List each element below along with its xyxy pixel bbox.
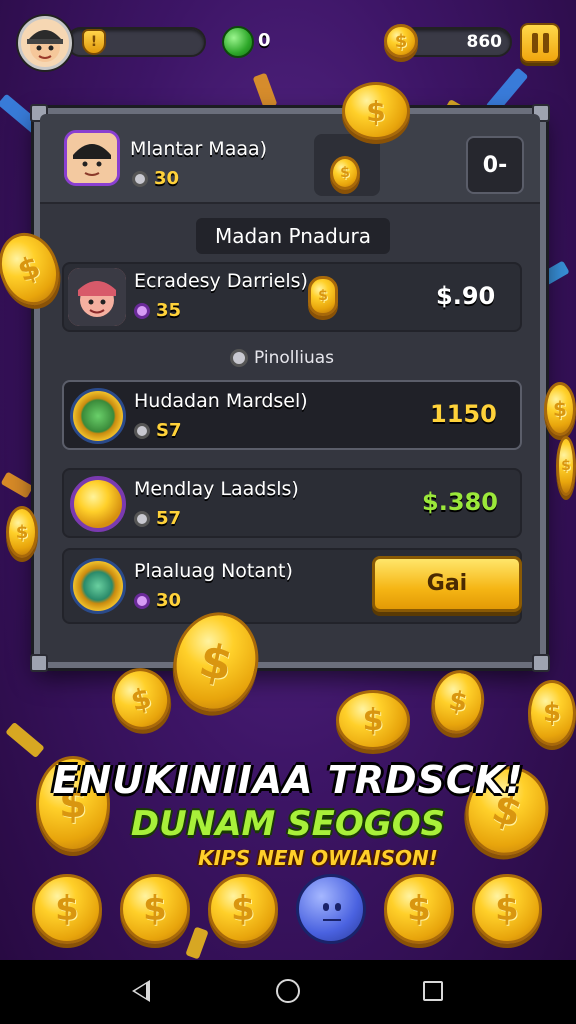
section-title: Madan Pnadura bbox=[196, 218, 390, 254]
featured-stat-value: 35 bbox=[156, 300, 182, 321]
item-stat: 30 bbox=[134, 590, 181, 611]
home-icon[interactable] bbox=[276, 979, 300, 1003]
item-price: $.380 bbox=[422, 488, 498, 516]
player-face-icon bbox=[67, 133, 117, 183]
stat-orb-icon bbox=[134, 510, 150, 527]
featured-price: $.90 bbox=[436, 282, 496, 310]
promo-headline: ENUKINIIAA TRDSCK! bbox=[52, 758, 524, 802]
player-avatar[interactable] bbox=[18, 16, 72, 70]
pause-bar-icon bbox=[531, 33, 538, 53]
mouth bbox=[323, 919, 341, 921]
ray bbox=[185, 926, 209, 960]
panel-corner bbox=[532, 654, 550, 672]
promo-tagline: KIPS NEN OWIAISON! bbox=[198, 846, 438, 870]
player-name: Mlantar Maaa) bbox=[130, 138, 268, 160]
coin-icon: $ bbox=[342, 82, 410, 140]
item-stat-value: 57 bbox=[156, 508, 182, 529]
shop-item-row[interactable]: Hudadan Mardsel) S7 1150 bbox=[62, 380, 522, 450]
item-stat-value: 30 bbox=[156, 590, 182, 611]
coin-icon: $ bbox=[472, 874, 542, 944]
promo-subheadline: DUNAM SEOGOS bbox=[130, 804, 446, 844]
medal-icon bbox=[70, 558, 126, 614]
featured-name: Ecradesy Darriels) bbox=[134, 270, 308, 292]
shop-item-row[interactable]: Mendlay Laadsls) 57 $.380 bbox=[62, 468, 522, 538]
coin-medal-icon bbox=[70, 476, 126, 532]
coin-icon: $ bbox=[384, 874, 454, 944]
coin-icon: $ bbox=[32, 874, 102, 944]
top-hud: ! 0 860 $ bbox=[0, 0, 576, 86]
coin-icon: $ bbox=[120, 874, 190, 944]
coin-icon: $ bbox=[544, 382, 576, 436]
item-stat: 57 bbox=[134, 508, 181, 529]
item-name: Hudadan Mardsel) bbox=[134, 390, 308, 412]
panel-corner bbox=[30, 654, 48, 672]
ray bbox=[5, 721, 45, 759]
featured-face-icon bbox=[68, 268, 126, 326]
amulet-icon: $ bbox=[308, 276, 338, 316]
player-portrait bbox=[64, 130, 120, 186]
shop-panel: Mlantar Maaa) 30 $ 0- Madan Pnadura Ecra… bbox=[30, 104, 550, 672]
item-stat: S7 bbox=[134, 420, 182, 441]
recent-apps-icon[interactable] bbox=[423, 981, 443, 1001]
stat-orb-icon bbox=[132, 170, 148, 187]
subheader: Pinolliuas bbox=[230, 348, 334, 368]
rank-shield-icon: ! bbox=[82, 29, 106, 55]
value-box[interactable]: 0- bbox=[466, 136, 524, 194]
subheader-label: Pinolliuas bbox=[254, 348, 334, 368]
pause-bar-icon bbox=[542, 33, 549, 53]
coin-icon: $ bbox=[208, 874, 278, 944]
item-name: Mendlay Laadsls) bbox=[134, 478, 299, 500]
avatar-face-icon bbox=[27, 30, 63, 62]
coin-icon: $ bbox=[556, 436, 576, 496]
item-stat-value: S7 bbox=[156, 420, 182, 441]
coin-icon: $ bbox=[336, 690, 410, 750]
gem-count: 0 bbox=[258, 30, 271, 51]
orb-icon bbox=[230, 349, 248, 367]
player-stat: 30 bbox=[132, 168, 179, 189]
coin-icon: $ bbox=[528, 680, 576, 746]
coin-bag-icon: $ bbox=[330, 156, 360, 190]
neutral-face-icon bbox=[296, 874, 366, 944]
featured-stat: 35 bbox=[134, 300, 181, 321]
coin-icon: $ bbox=[6, 506, 38, 558]
player-stat-value: 30 bbox=[154, 168, 180, 189]
medal-icon bbox=[70, 388, 126, 444]
buy-button[interactable]: Gai bbox=[372, 556, 522, 612]
stat-orb-icon bbox=[134, 592, 150, 609]
item-price: 1150 bbox=[430, 400, 497, 428]
item-name: Plaaluag Notant) bbox=[134, 560, 293, 582]
ray bbox=[0, 471, 34, 499]
gem-icon bbox=[222, 26, 254, 58]
reward-slot[interactable]: $ bbox=[314, 134, 380, 196]
stat-orb-icon bbox=[134, 302, 150, 319]
featured-row[interactable]: Ecradesy Darriels) 35 $ $.90 bbox=[62, 262, 522, 332]
coin-icon: $ bbox=[384, 24, 418, 58]
featured-portrait bbox=[68, 268, 126, 326]
pause-button[interactable] bbox=[520, 23, 560, 63]
stat-orb-icon bbox=[134, 422, 150, 439]
system-nav-bar bbox=[0, 960, 576, 1024]
back-icon[interactable] bbox=[132, 980, 150, 1002]
